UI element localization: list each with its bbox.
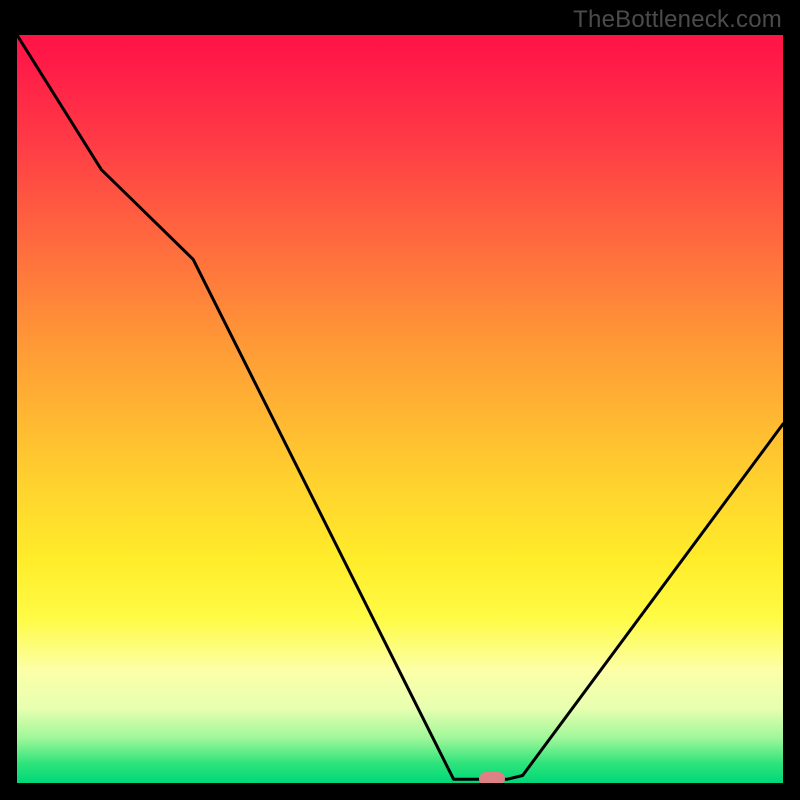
watermark-text: TheBottleneck.com (573, 6, 782, 34)
curve-svg (17, 35, 783, 783)
bottleneck-curve (17, 35, 783, 779)
chart-frame: TheBottleneck.com (0, 0, 800, 800)
plot-area (17, 35, 783, 783)
optimum-marker (479, 772, 505, 783)
